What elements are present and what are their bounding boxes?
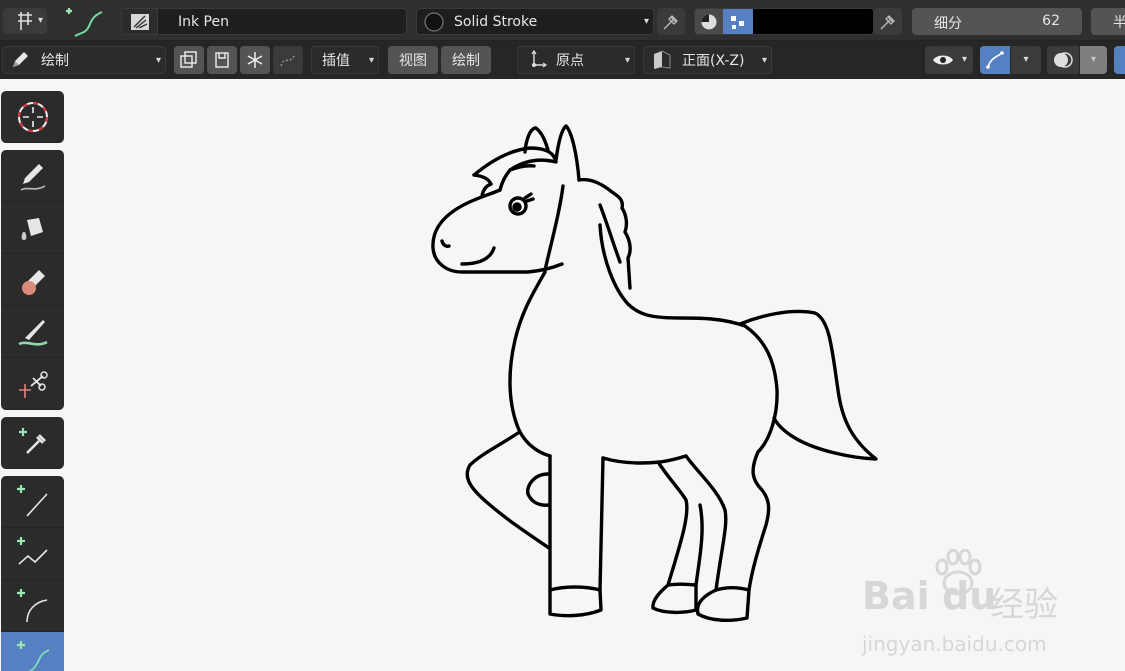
cursor-icon <box>17 101 48 132</box>
color-mode-group[interactable] <box>694 8 874 35</box>
chevron-down-icon: ▾ <box>624 55 630 66</box>
tool-cursor[interactable] <box>1 91 64 143</box>
half-field[interactable]: 半 <box>1091 8 1125 35</box>
tool-group-draw <box>1 150 64 410</box>
viewport-header: 绘制 ▾ 插值 ▾ 视图 绘制 原点 ▾ 正面(X-Z) ▾ ▾ ▾ ▾ <box>0 41 1125 79</box>
brush-name: Ink Pen <box>178 13 229 30</box>
snowflake-icon <box>247 52 263 68</box>
overlay-dropdown[interactable]: ▾ <box>1080 46 1107 74</box>
eye-icon <box>933 55 953 65</box>
watermark-brand: Bai <box>862 574 930 618</box>
gizmo-toggle[interactable] <box>980 46 1010 74</box>
editor-type-button[interactable]: ▾ <box>3 8 47 34</box>
vertex-color-mode-icon[interactable] <box>723 9 753 34</box>
arc-tool-icon <box>16 588 47 622</box>
tool-line[interactable] <box>1 476 64 528</box>
chevron-down-icon: ▾ <box>1023 54 1029 65</box>
pin-color-button[interactable] <box>874 8 902 35</box>
viewport-canvas[interactable]: Bai du 经验 jingyan.baidu.com <box>0 79 1125 671</box>
material-sphere-icon <box>424 11 444 32</box>
transform-origin-icon <box>531 49 548 68</box>
tool-settings-header: ▾ Ink Pen Solid Stroke ▾ 细分 62 半 <box>0 0 1125 41</box>
pin-icon <box>663 14 678 29</box>
tool-erase[interactable] <box>1 254 64 306</box>
visibility-dropdown[interactable]: ▾ <box>925 46 973 74</box>
tool-group-eyedropper <box>1 417 64 469</box>
subdivide-label: 细分 <box>934 16 962 32</box>
tool-group-cursor <box>1 91 64 143</box>
onion-skin-icon <box>215 52 229 68</box>
chevron-down-icon: ▾ <box>761 55 767 66</box>
cutter-scissors-icon <box>18 370 48 398</box>
onion-skin-toggle[interactable] <box>207 46 237 74</box>
tool-polyline[interactable] <box>1 528 64 580</box>
tool-tint[interactable] <box>1 306 64 358</box>
material-selector[interactable]: Solid Stroke ▾ <box>416 8 654 35</box>
grease-pencil-object-icon <box>18 12 32 30</box>
tint-brush-icon <box>17 319 48 346</box>
draw-pencil-icon <box>20 163 45 191</box>
draw-menu[interactable]: 绘制 <box>441 46 491 74</box>
tool-arc[interactable] <box>1 580 64 632</box>
gizmo-icon <box>986 51 1004 69</box>
color-swatch[interactable] <box>753 9 873 34</box>
xray-toggle[interactable] <box>1114 46 1125 74</box>
layers-icon <box>180 51 197 68</box>
mode-dropdown[interactable]: 绘制 ▾ <box>2 46 166 74</box>
gizmo-dropdown[interactable]: ▾ <box>1011 46 1041 74</box>
view-menu[interactable]: 视图 <box>388 46 438 74</box>
tool-draw[interactable] <box>1 150 64 202</box>
brush-selector[interactable]: Ink Pen <box>121 8 407 35</box>
chevron-down-icon: ▾ <box>155 55 161 66</box>
pin-icon <box>880 14 895 29</box>
freeze-toggle[interactable] <box>240 46 270 74</box>
view-label: 视图 <box>399 53 427 69</box>
material-color-mode-icon[interactable] <box>695 9 723 34</box>
chevron-down-icon: ▾ <box>368 55 374 66</box>
interpolate-label: 插值 <box>322 53 350 69</box>
material-name: Solid Stroke <box>454 13 538 30</box>
tool-group-primitives <box>1 476 64 671</box>
watermark-brand-du: du <box>942 574 997 618</box>
curve-edit-toggle[interactable] <box>273 46 303 74</box>
chevron-down-icon: ▾ <box>1090 54 1097 65</box>
polyline-tool-icon <box>16 536 48 565</box>
overlay-icon <box>1054 52 1073 68</box>
tool-fill[interactable] <box>1 202 64 254</box>
pin-material-button[interactable] <box>657 8 685 35</box>
front-view-label: 正面(X-Z) <box>682 53 745 69</box>
chevron-down-icon: ▾ <box>961 54 967 65</box>
watermark-url: jingyan.baidu.com <box>862 632 1047 656</box>
curve-tool-icon <box>16 640 49 671</box>
eyedropper-icon <box>18 427 46 454</box>
subdivide-slider[interactable]: 细分 62 <box>912 8 1082 35</box>
brush-pen-icon <box>122 9 158 34</box>
fill-bucket-icon <box>21 217 43 240</box>
active-tool-curve-icon[interactable] <box>60 2 110 40</box>
tool-eyedropper[interactable] <box>1 417 64 469</box>
half-label: 半 <box>1113 14 1125 31</box>
subdivide-value: 62 <box>1042 13 1060 29</box>
watermark: Bai du 经验 jingyan.baidu.com <box>862 549 1062 659</box>
interpolate-menu[interactable]: 插值 ▾ <box>311 46 379 74</box>
origin-label: 原点 <box>556 53 584 69</box>
overlay-toggle[interactable] <box>1047 46 1079 74</box>
chevron-down-icon: ▾ <box>643 16 649 27</box>
draw-mode-pencil-icon <box>13 52 28 67</box>
watermark-cn: 经验 <box>990 585 1058 625</box>
drawing-plane-dropdown[interactable]: 正面(X-Z) ▾ <box>643 46 772 74</box>
multiframe-toggle[interactable] <box>174 46 204 74</box>
origin-dropdown[interactable]: 原点 ▾ <box>517 46 635 74</box>
draw-label: 绘制 <box>452 53 480 69</box>
curve-edit-icon <box>280 53 296 67</box>
tool-cutter[interactable] <box>1 358 64 410</box>
mode-label: 绘制 <box>41 53 69 69</box>
front-plane-icon <box>654 50 671 69</box>
tool-curve[interactable] <box>1 632 64 671</box>
eraser-icon <box>21 269 45 295</box>
chevron-down-icon: ▾ <box>37 15 43 26</box>
line-tool-icon <box>16 484 48 517</box>
